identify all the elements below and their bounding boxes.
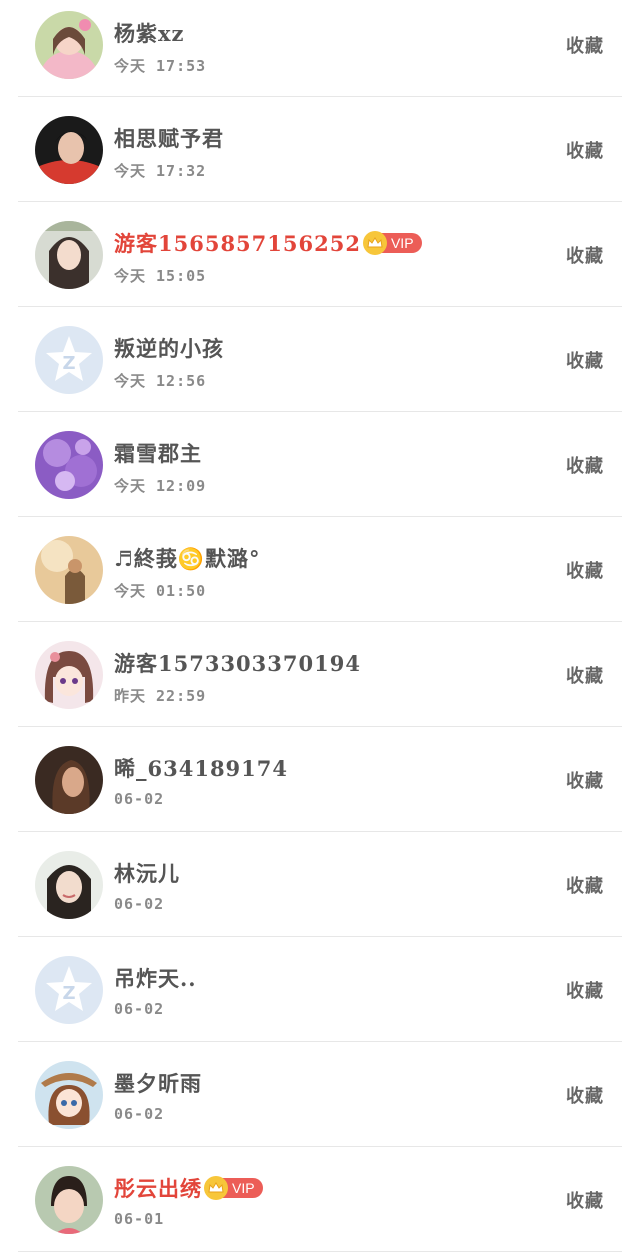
name-line: 林沅儿 [114,858,180,888]
visitor-row[interactable]: 霜雪郡主今天 12:09 收藏 [0,412,640,517]
user-name[interactable]: 墨夕昕雨 [114,1068,202,1098]
favorite-button[interactable]: 收藏 [566,977,604,1003]
photo-woman-profile [35,746,103,814]
favorite-button[interactable]: 收藏 [566,557,604,583]
photo-sepia-girl [35,536,103,604]
favorite-button[interactable]: 收藏 [566,767,604,793]
visitor-row[interactable]: Z 叛逆的小孩今天 12:56 收藏 [0,307,640,412]
photo-child [35,1166,103,1234]
avatar[interactable] [35,11,103,79]
default-qzone-avatar: Z [35,956,103,1024]
avatar[interactable] [35,536,103,604]
visitor-row[interactable]: 游客1565857156252 VIP 今天 15:05 收藏 [0,202,640,307]
visit-time: 06-02 [114,1105,165,1123]
favorite-button[interactable]: 收藏 [566,32,604,58]
visitor-row[interactable]: 相思赋予君今天 17:32 收藏 [0,97,640,202]
avatar[interactable] [35,221,103,289]
user-name[interactable]: ♬終莪♋默潞° [114,543,260,573]
photo-girl-pink [35,11,103,79]
user-name[interactable]: 林沅儿 [114,858,180,888]
crown-icon [204,1176,228,1200]
user-name[interactable]: 游客1565857156252 [114,228,361,258]
favorite-button[interactable]: 收藏 [566,1187,604,1213]
visit-time: 今天 12:56 [114,372,207,390]
favorite-button[interactable]: 收藏 [566,242,604,268]
name-line: 相思赋予君 [114,123,224,153]
favorite-button[interactable]: 收藏 [566,137,604,163]
name-line: ♬終莪♋默潞° [114,543,260,573]
favorite-button[interactable]: 收藏 [566,872,604,898]
visit-time: 06-02 [114,1000,165,1018]
visitor-row[interactable]: 林沅儿 06-02 收藏 [0,832,640,937]
user-name[interactable]: 相思赋予君 [114,123,224,153]
favorite-button[interactable]: 收藏 [566,347,604,373]
visit-time: 今天 12:09 [114,477,207,495]
name-line: 吊炸天.. [114,963,197,993]
visit-time: 06-01 [114,1210,165,1228]
favorite-button[interactable]: 收藏 [566,662,604,688]
crown-icon [362,231,387,255]
avatar[interactable]: Z [35,326,103,394]
visit-time: 今天 01:50 [114,582,207,600]
user-name[interactable]: 晞_634189174 [114,753,288,783]
avatar[interactable] [35,746,103,814]
divider [18,1251,622,1252]
visitor-row[interactable]: ♬終莪♋默潞° 今天 01:50 收藏 [0,517,640,622]
name-line: 游客1573303370194 [114,648,361,678]
name-line: 晞_634189174 [114,753,288,783]
svg-text:Z: Z [62,353,75,374]
visitor-row[interactable]: 杨紫xz 今天 17:53 收藏 [0,0,640,97]
user-name[interactable]: 游客1573303370194 [114,648,361,678]
vip-badge: VIP [204,1176,263,1200]
visitor-row[interactable]: 游客1573303370194 昨天 22:59 收藏 [0,622,640,727]
name-line: 杨紫xz [114,18,184,48]
visit-time: 今天 17:32 [114,162,207,180]
favorite-button[interactable]: 收藏 [566,452,604,478]
name-line: 彤云出绣 VIP [114,1173,263,1203]
avatar[interactable] [35,116,103,184]
favorite-button[interactable]: 收藏 [566,1082,604,1108]
visitor-row[interactable]: 墨夕昕雨 06-02 收藏 [0,1042,640,1147]
svg-text:Z: Z [62,983,75,1004]
user-name[interactable]: 杨紫xz [114,18,184,48]
name-line: 墨夕昕雨 [114,1068,202,1098]
user-name[interactable]: 吊炸天.. [114,963,197,993]
avatar[interactable] [35,641,103,709]
avatar[interactable] [35,1166,103,1234]
photo-boy-red [35,116,103,184]
name-line: 叛逆的小孩 [114,333,224,363]
visit-time: 06-02 [114,790,165,808]
user-name[interactable]: 叛逆的小孩 [114,333,224,363]
vip-badge: VIP [362,231,422,255]
name-line: 霜雪郡主 [114,438,202,468]
name-line: 游客1565857156252 VIP [114,228,422,258]
visitor-row[interactable]: Z 吊炸天.. 06-02 收藏 [0,937,640,1042]
avatar[interactable] [35,1061,103,1129]
visit-time: 06-02 [114,895,165,913]
visitor-list: 杨紫xz 今天 17:53 收藏 相思赋予君 今天 17:32 收藏 游客156585715… [0,0,640,1252]
user-name[interactable]: 彤云出绣 [114,1173,202,1203]
visit-time: 今天 17:53 [114,57,207,75]
default-qzone-avatar: Z [35,326,103,394]
visit-time: 今天 15:05 [114,267,207,285]
avatar[interactable] [35,851,103,919]
anime-hat-girl-avatar [35,1061,103,1129]
avatar[interactable] [35,431,103,499]
avatar[interactable]: Z [35,956,103,1024]
anime-girl-avatar [35,641,103,709]
photo-girl-smile [35,851,103,919]
visitor-row[interactable]: 彤云出绣 VIP 06-01 收藏 [0,1147,640,1252]
visit-time: 昨天 22:59 [114,687,207,705]
photo-girl-longhair [35,221,103,289]
purple-flower-avatar [35,431,103,499]
visitor-row[interactable]: 晞_634189174 06-02 收藏 [0,727,640,832]
user-name[interactable]: 霜雪郡主 [114,438,202,468]
